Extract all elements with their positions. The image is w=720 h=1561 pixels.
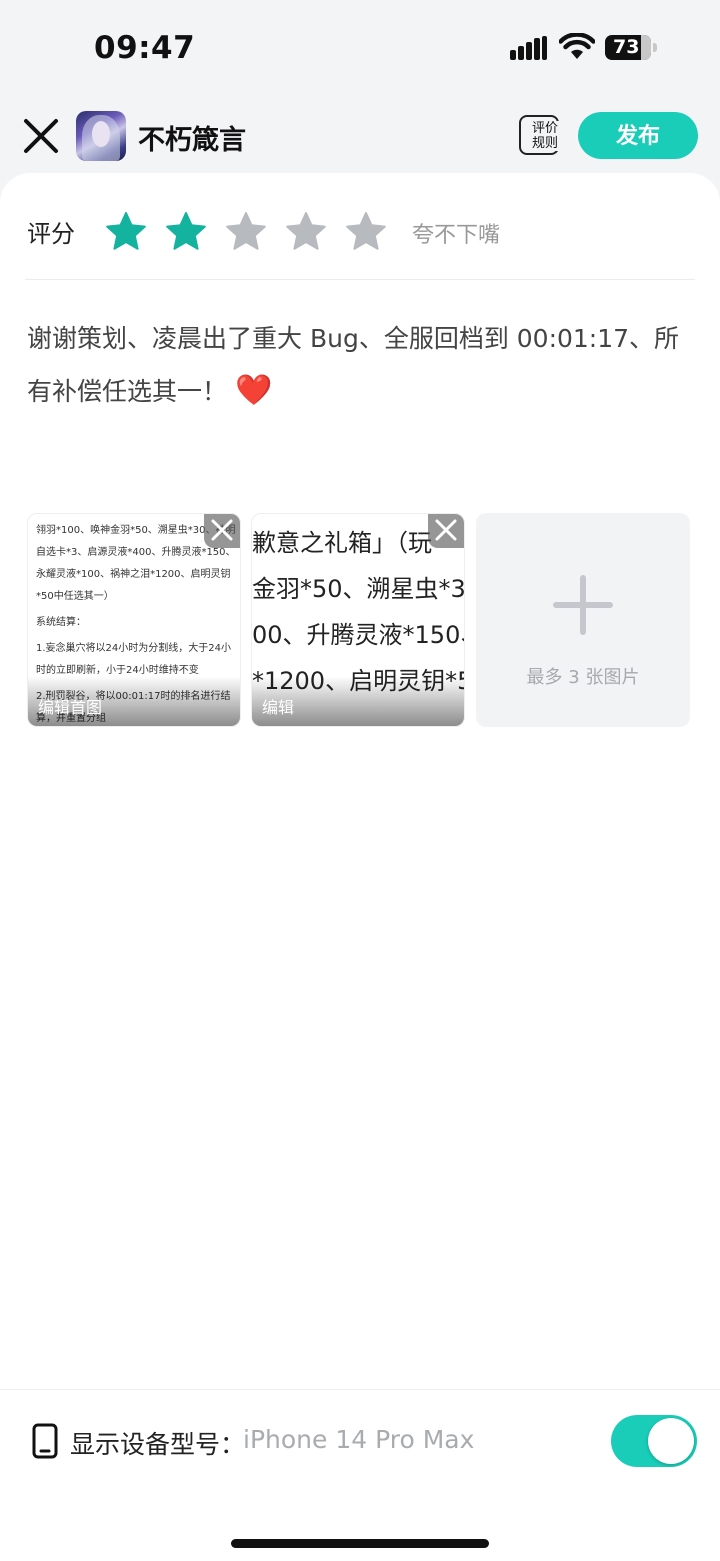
heart-emoji: ❤️ xyxy=(234,373,273,408)
image-thumbnail-1[interactable]: 翎羽*100、唤神金羽*50、溯星虫*30、神明自选卡*3、启源灵液*400、升… xyxy=(27,513,241,727)
cellular-signal-icon xyxy=(510,36,548,60)
star-icon-3[interactable] xyxy=(225,211,267,253)
star-icon-2[interactable] xyxy=(165,211,207,253)
status-bar: 09:47 73 xyxy=(0,0,720,96)
plus-icon xyxy=(553,575,613,635)
rating-label: 评分 xyxy=(27,220,75,248)
edit-label[interactable]: 编辑 xyxy=(262,694,294,718)
home-indicator xyxy=(231,1539,489,1548)
rules-label: 评价规则 xyxy=(531,121,565,151)
thumbnail-line: 金羽*50、溯星虫*30 xyxy=(252,575,465,603)
rating-description: 夸不下嘴 xyxy=(412,223,501,248)
review-sheet: 评分 夸不下嘴 谢谢策划、凌晨出了重大 Bug、全服回档到 00:01:17、所… xyxy=(0,173,720,1561)
bottom-bar: 显示设备型号： iPhone 14 Pro Max xyxy=(0,1389,720,1561)
toggle-knob xyxy=(648,1418,694,1464)
status-time: 09:47 xyxy=(94,30,196,66)
remove-image-button[interactable] xyxy=(204,514,240,548)
close-icon xyxy=(24,119,58,153)
close-icon xyxy=(211,519,233,541)
rating-rules-button[interactable]: 评价规则 xyxy=(519,115,565,155)
app-icon xyxy=(76,111,126,161)
close-icon xyxy=(435,519,457,541)
thumbnail-line: 00、升腾灵液*150、 xyxy=(252,621,465,649)
star-icon-1[interactable] xyxy=(105,211,147,253)
publish-button[interactable]: 发布 xyxy=(578,112,698,159)
show-device-toggle[interactable] xyxy=(611,1415,697,1467)
top-nav: 不朽箴言 评价规则 发布 xyxy=(0,96,720,176)
edit-cover-label[interactable]: 编辑首图 xyxy=(38,694,102,718)
device-label: 显示设备型号： xyxy=(70,1430,246,1459)
rating-row: 评分 夸不下嘴 xyxy=(27,211,695,251)
review-text-field[interactable]: 谢谢策划、凌晨出了重大 Bug、全服回档到 00:01:17、所有补偿任选其一！… xyxy=(27,313,697,418)
image-attachments: 翎羽*100、唤神金羽*50、溯星虫*30、神明自选卡*3、启源灵液*400、升… xyxy=(27,513,697,727)
phone-icon xyxy=(32,1423,58,1459)
add-image-label: 最多 3 张图片 xyxy=(526,667,640,688)
battery-tip xyxy=(653,43,657,52)
thumbnail-line: 系统结算： xyxy=(36,617,86,628)
battery-icon: 73 xyxy=(605,35,651,60)
image-thumbnail-2[interactable]: 歉意之礼箱」（玩金羽*50、溯星虫*3000、升腾灵液*150、*1200、启明… xyxy=(251,513,465,727)
remove-image-button[interactable] xyxy=(428,514,464,548)
device-value: iPhone 14 Pro Max xyxy=(243,1425,475,1454)
star-icon-4[interactable] xyxy=(285,211,327,253)
divider xyxy=(25,279,695,280)
wifi-icon xyxy=(558,32,596,61)
star-icon-5[interactable] xyxy=(345,211,387,253)
review-text: 谢谢策划、凌晨出了重大 Bug、全服回档到 00:01:17、所有补偿任选其一！ xyxy=(27,324,680,406)
app-name: 不朽箴言 xyxy=(138,125,246,156)
battery-level: 73 xyxy=(613,36,640,58)
add-image-button[interactable]: 最多 3 张图片 xyxy=(476,513,690,727)
close-button[interactable] xyxy=(22,117,60,155)
